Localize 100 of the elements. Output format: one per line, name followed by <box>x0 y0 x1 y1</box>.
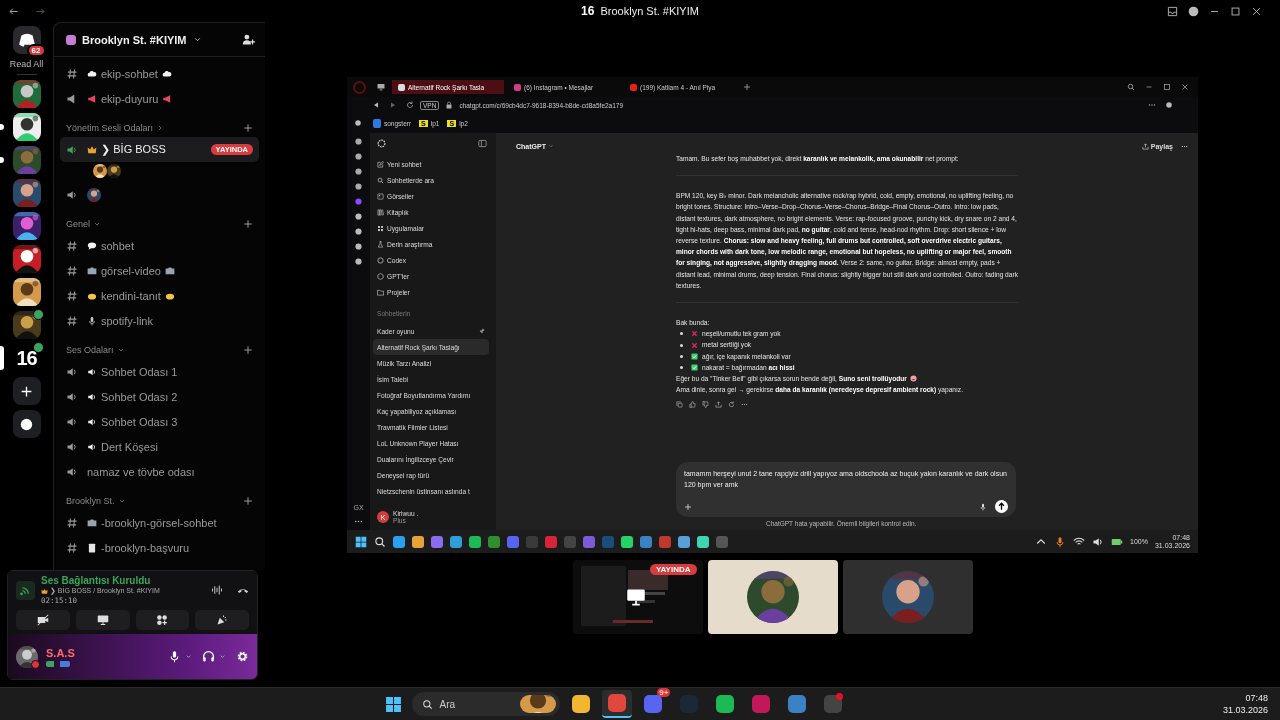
category-label[interactable]: Ses Odaları <box>66 345 114 355</box>
plus-icon <box>243 496 253 506</box>
server-icon[interactable] <box>12 212 41 240</box>
hash-icon <box>66 541 78 554</box>
inbox-icon <box>1167 5 1178 17</box>
crown-icon <box>41 587 48 595</box>
sidebar-icon <box>478 139 487 148</box>
app-icon[interactable] <box>431 535 443 548</box>
app-icon[interactable] <box>393 535 405 548</box>
activities-button[interactable] <box>135 610 190 630</box>
camera-icon <box>87 517 97 528</box>
app-icon[interactable] <box>678 535 690 548</box>
server-icon[interactable] <box>12 311 41 339</box>
server-logo: 16 <box>581 4 595 18</box>
channel-item[interactable]: görsel-video <box>60 258 259 283</box>
channel-item[interactable]: namaz ve tövbe odası <box>60 459 259 484</box>
camera-off-icon <box>36 614 49 626</box>
app-icon[interactable] <box>450 535 462 548</box>
user-name[interactable]: S.A.S <box>46 646 75 659</box>
window-title: Brooklyn St. #KIYIM <box>600 5 699 17</box>
speaker-icon <box>66 143 78 156</box>
channel-item[interactable]: Sohbet Odası 2 <box>60 384 259 409</box>
server-icon[interactable] <box>12 278 41 306</box>
thumbs-up-icon <box>689 401 696 409</box>
taskbar-app[interactable] <box>602 690 633 718</box>
plus-icon <box>243 345 253 355</box>
soundboard-button[interactable] <box>195 610 249 630</box>
megaphone-icon <box>87 93 97 104</box>
chevron-down-icon[interactable] <box>117 497 126 505</box>
channel-item[interactable]: -brooklyn-başvuru <box>60 535 259 560</box>
server-icon[interactable] <box>12 113 41 141</box>
category-label[interactable]: Genel <box>66 219 91 229</box>
forward-arrow-icon <box>35 5 46 17</box>
video-tile[interactable] <box>707 560 838 634</box>
screen-share-button[interactable] <box>75 610 130 630</box>
channel-item[interactable]: ekip-duyuru <box>60 86 259 111</box>
server-icon[interactable] <box>12 179 41 207</box>
share-icon <box>715 401 722 409</box>
back-arrow-icon <box>8 5 19 17</box>
more-icon <box>1148 101 1156 109</box>
server-icon[interactable] <box>12 80 41 108</box>
hash-icon <box>66 314 78 327</box>
chevron-down-icon[interactable] <box>93 220 102 228</box>
sidebar-app-icon <box>354 119 362 127</box>
search-icon <box>422 698 434 710</box>
explore-button[interactable] <box>12 410 41 438</box>
cross-mark-icon <box>691 330 698 338</box>
unread-badge: 62 <box>26 44 46 57</box>
grid-icon <box>377 224 384 232</box>
check-mark-icon <box>691 352 698 360</box>
camera-button[interactable] <box>16 610 70 630</box>
activity-icon <box>156 614 169 626</box>
channel-item[interactable]: Sohbet Odası 3 <box>60 409 259 434</box>
channel-item[interactable]: sohbet <box>60 233 259 258</box>
chevron-down-icon <box>185 653 192 660</box>
cloud-icon <box>87 68 97 79</box>
app-icon[interactable] <box>640 535 652 548</box>
server-name[interactable]: Brooklyn St. #KIYIM <box>82 33 187 46</box>
forward-icon <box>389 101 397 109</box>
channel-item[interactable]: Sohbet Odası 1 <box>60 359 259 384</box>
chevron-down-icon <box>547 143 554 149</box>
channel-item[interactable]: -brooklyn-görsel-sohbet <box>60 510 259 535</box>
books-icon <box>377 208 384 216</box>
category-label[interactable]: Yönetim Sesli Odaları <box>66 123 154 133</box>
speaker-icon <box>87 441 97 452</box>
tab-favicon-icon <box>514 83 521 91</box>
read-all-link[interactable]: Read All <box>9 59 44 69</box>
speaker-icon <box>87 366 97 377</box>
hash-icon <box>66 289 78 302</box>
app-icon[interactable] <box>412 535 424 548</box>
taskbar-app[interactable]: 9+ <box>638 690 669 718</box>
app-icon[interactable] <box>697 535 709 548</box>
mic-icon <box>87 315 97 326</box>
hash-icon <box>66 516 78 529</box>
maximize-icon <box>1230 5 1241 17</box>
chevron-down-icon <box>219 653 226 660</box>
app-icon[interactable] <box>488 535 500 548</box>
video-tile[interactable] <box>842 560 973 634</box>
channel-item[interactable]: kendini-tanıt <box>60 283 259 308</box>
channel-item[interactable]: Dert Köşesi <box>60 434 259 459</box>
channel-item[interactable]: ekip-sohbet <box>60 61 259 86</box>
channel-item[interactable]: spotify-link <box>60 308 259 333</box>
chevron-down-icon[interactable] <box>116 346 125 354</box>
bullet-icon <box>680 343 683 347</box>
tab-favicon-icon <box>630 83 637 91</box>
category-label[interactable]: Brooklyn St. <box>66 496 115 506</box>
server-icon[interactable] <box>12 245 41 273</box>
headphones-icon <box>202 650 215 663</box>
settings-icon <box>236 650 249 663</box>
search-field[interactable]: Ara <box>412 692 561 716</box>
regenerate-icon <box>728 401 735 409</box>
party-popper-icon <box>216 614 229 626</box>
speech-icon <box>87 240 97 251</box>
check-mark-icon <box>691 363 698 371</box>
back-icon <box>372 101 380 109</box>
add-server-button[interactable] <box>12 377 41 405</box>
notification-badge: 9+ <box>657 688 671 697</box>
app-icon[interactable] <box>469 535 481 548</box>
minimize-icon <box>1145 83 1153 91</box>
app-icon[interactable] <box>621 535 633 548</box>
